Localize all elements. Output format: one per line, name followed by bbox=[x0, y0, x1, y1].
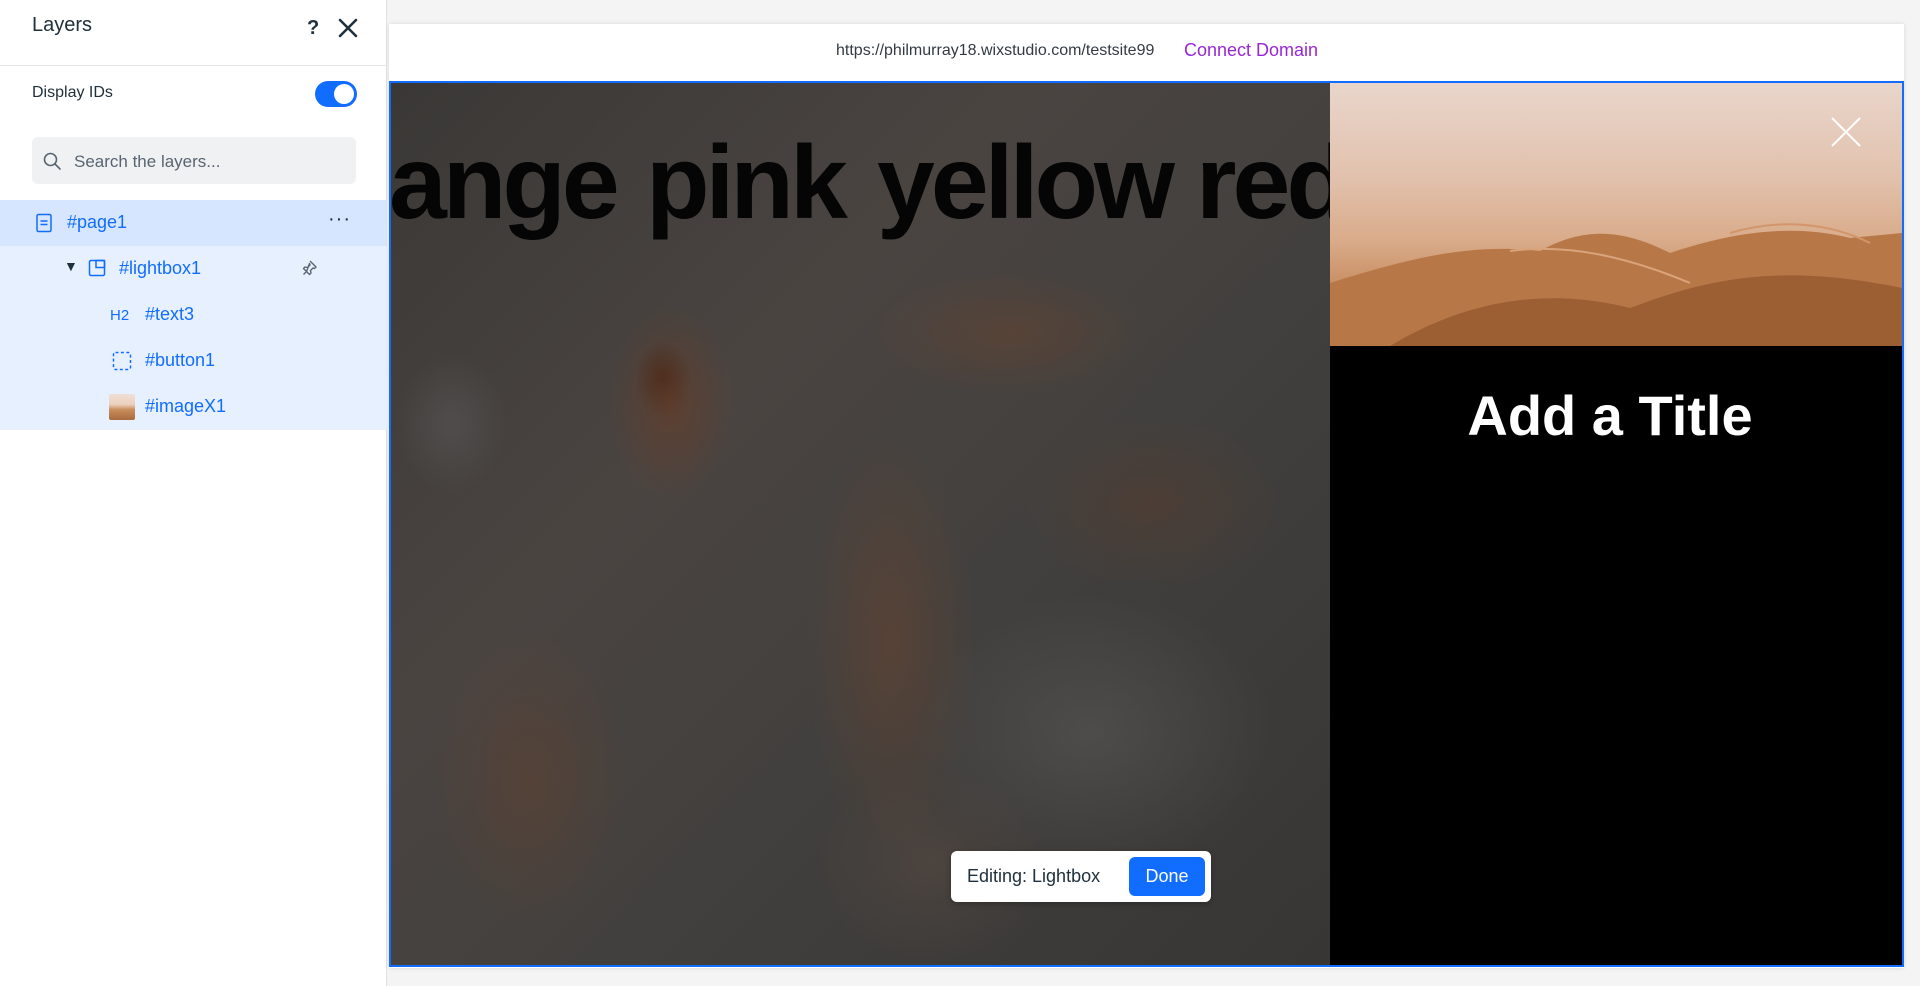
panel-title: Layers bbox=[32, 14, 93, 36]
lightbox-icon bbox=[88, 259, 106, 277]
marquee-word: yellow bbox=[877, 131, 1175, 241]
search-icon bbox=[43, 152, 61, 170]
tree-item-lightbox1[interactable]: ▼ #lightbox1 bbox=[0, 246, 387, 292]
lightbox[interactable]: Add a Title bbox=[1330, 83, 1902, 965]
tree-item-label: #imageX1 bbox=[145, 396, 227, 416]
tree-item-label: #lightbox1 bbox=[119, 258, 202, 278]
more-icon[interactable]: ··· bbox=[328, 208, 351, 231]
layers-panel-header: Layers ? bbox=[0, 0, 387, 66]
tree-item-label: #text3 bbox=[145, 304, 195, 324]
layers-panel: Layers ? Display IDs #page1 ··· ▼ bbox=[0, 0, 387, 986]
marquee-text[interactable]: ange pink yellow red bbox=[391, 131, 1330, 251]
done-button[interactable]: Done bbox=[1129, 857, 1205, 896]
lightbox-image[interactable] bbox=[1330, 83, 1902, 346]
toggle-knob bbox=[334, 84, 354, 104]
tree-item-button1[interactable]: #button1 bbox=[0, 338, 387, 384]
tree-item-label: #page1 bbox=[67, 212, 128, 232]
tree-item-label: #button1 bbox=[145, 350, 216, 370]
connect-domain-link[interactable]: Connect Domain bbox=[1184, 40, 1318, 61]
marquee-word: red bbox=[1196, 131, 1330, 241]
marquee-word: ange bbox=[391, 131, 620, 241]
heading-icon: H2 bbox=[110, 307, 130, 324]
pin-icon[interactable] bbox=[300, 258, 320, 278]
layers-search-box[interactable] bbox=[32, 137, 356, 186]
tree-item-imagex1[interactable]: #imageX1 bbox=[0, 384, 387, 430]
lightbox-title[interactable]: Add a Title bbox=[1330, 383, 1890, 448]
editing-mode-label: Editing: Lightbox bbox=[967, 866, 1101, 886]
close-icon[interactable] bbox=[1830, 116, 1862, 148]
tree-item-text3[interactable]: H2 #text3 bbox=[0, 292, 387, 338]
editing-mode-bar: Editing: Lightbox Done bbox=[951, 851, 1211, 902]
desert-dunes-illustration bbox=[1330, 223, 1902, 346]
layers-search-input[interactable] bbox=[72, 137, 346, 186]
display-ids-label: Display IDs bbox=[32, 84, 113, 101]
button-icon bbox=[112, 351, 132, 371]
url-bar: https://philmurray18.wixstudio.com/tests… bbox=[389, 24, 1904, 81]
site-url: https://philmurray18.wixstudio.com/tests… bbox=[836, 42, 1155, 59]
page-icon bbox=[36, 213, 52, 233]
marquee-word: pink bbox=[646, 131, 848, 241]
editor-canvas[interactable]: ange pink yellow red Add a Title bbox=[389, 81, 1904, 967]
caret-down-icon[interactable]: ▼ bbox=[64, 258, 78, 274]
close-icon[interactable] bbox=[337, 17, 359, 39]
help-icon[interactable]: ? bbox=[307, 17, 319, 40]
image-thumbnail-icon bbox=[109, 394, 135, 420]
display-ids-toggle[interactable] bbox=[315, 81, 357, 107]
tree-item-page1[interactable]: #page1 ··· bbox=[0, 200, 387, 246]
layers-tree: #page1 ··· ▼ #lightbox1 H2 #text3 #butto… bbox=[0, 200, 387, 430]
